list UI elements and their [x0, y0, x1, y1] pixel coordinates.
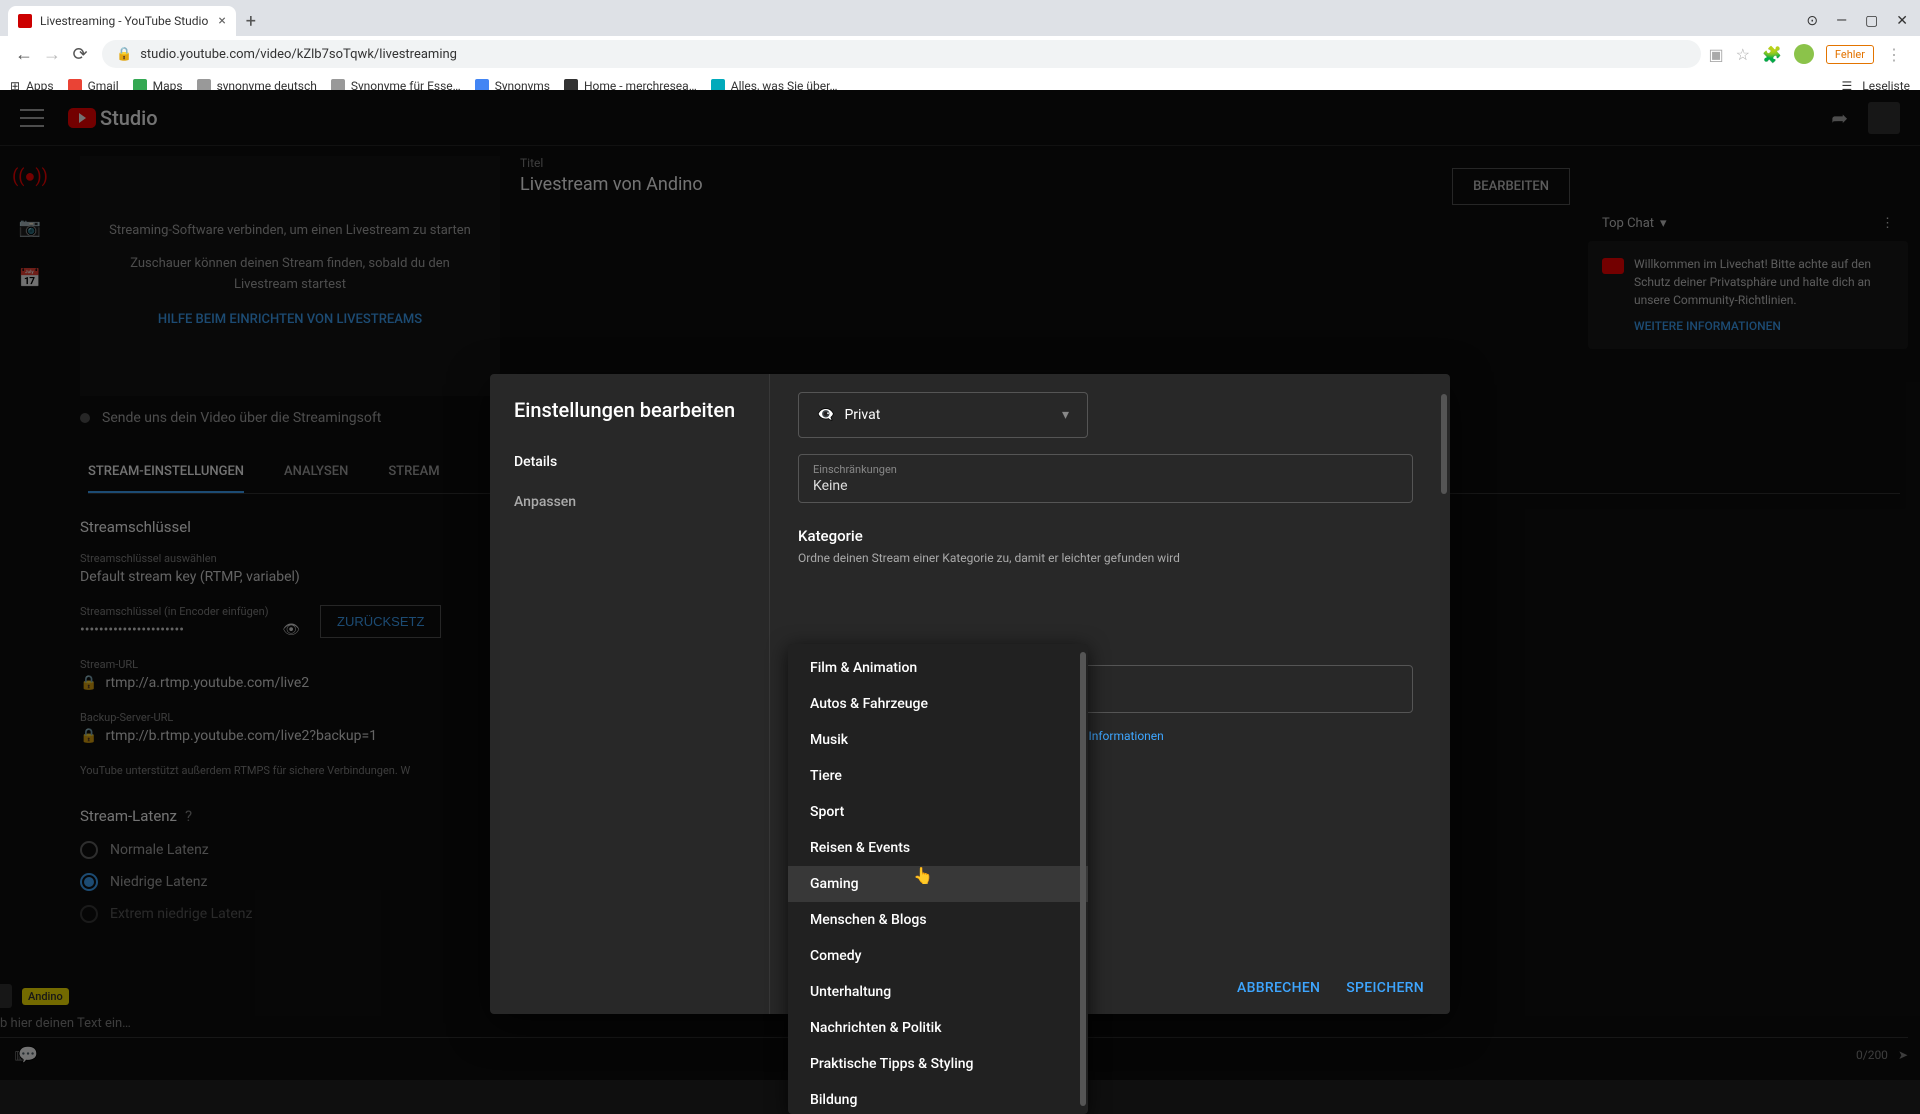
youtube-favicon [18, 14, 32, 28]
category-option[interactable]: Tiere [788, 758, 1088, 794]
category-option-gaming[interactable]: Gaming [788, 866, 1088, 902]
browser-tab[interactable]: Livestreaming - YouTube Studio × [8, 6, 236, 36]
category-description: Ordne deinen Stream einer Kategorie zu, … [798, 551, 1422, 565]
category-option[interactable]: Musik [788, 722, 1088, 758]
close-tab-icon[interactable]: × [208, 13, 225, 29]
category-option[interactable]: Nachrichten & Politik [788, 1010, 1088, 1046]
tab-bar: Livestreaming - YouTube Studio × + ⊙ — ▢… [0, 0, 1920, 36]
category-option[interactable]: Reisen & Events [788, 830, 1088, 866]
privacy-value: Privat [844, 407, 880, 423]
browser-chrome: Livestreaming - YouTube Studio × + ⊙ — ▢… [0, 0, 1920, 90]
reload-button[interactable]: ⟳ [66, 44, 94, 65]
tab-title: Livestreaming - YouTube Studio [40, 14, 208, 28]
close-window-button[interactable]: ✕ [1896, 13, 1908, 29]
category-option[interactable]: Autos & Fahrzeuge [788, 686, 1088, 722]
restrictions-field[interactable]: Einschränkungen Keine [798, 454, 1413, 503]
lock-icon: 🔒 [116, 47, 132, 62]
pip-icon[interactable]: ▣ [1709, 45, 1724, 64]
category-option[interactable]: Menschen & Blogs [788, 902, 1088, 938]
save-button[interactable]: SPEICHERN [1346, 980, 1424, 996]
category-option[interactable]: Unterhaltung [788, 974, 1088, 1010]
url-text: studio.youtube.com/video/kZlb7soTqwk/liv… [140, 47, 457, 62]
modal-tab-customize[interactable]: Anpassen [490, 482, 769, 522]
dropdown-scrollbar[interactable] [1080, 652, 1086, 1106]
category-option[interactable]: Film & Animation [788, 650, 1088, 686]
chevron-down-icon: ▾ [1062, 407, 1069, 423]
modal-sidebar: Einstellungen bearbeiten Details Anpasse… [490, 374, 770, 1014]
youtube-studio-app: Studio ➦ ((●)) 📷 📅 Streaming-Software ve… [0, 90, 1920, 1080]
bookmark-star-icon[interactable]: ☆ [1736, 45, 1750, 64]
modal-scrollbar[interactable] [1441, 394, 1447, 494]
url-input[interactable]: 🔒 studio.youtube.com/video/kZlb7soTqwk/l… [102, 40, 1701, 68]
restrictions-label: Einschränkungen [813, 463, 1398, 476]
thumbnail-info-link[interactable]: Informationen [1088, 729, 1163, 743]
back-button[interactable]: ← [10, 44, 38, 65]
new-tab-button[interactable]: + [246, 11, 256, 32]
profile-avatar-icon[interactable] [1794, 44, 1814, 64]
maximize-button[interactable]: ▢ [1865, 13, 1878, 29]
restrictions-value: Keine [813, 478, 1398, 494]
cancel-button[interactable]: ABBRECHEN [1237, 980, 1320, 996]
info-icon[interactable]: ⊙ [1806, 13, 1818, 29]
category-option[interactable]: Comedy [788, 938, 1088, 974]
window-controls: ⊙ — ▢ ✕ [1806, 13, 1920, 29]
category-option[interactable]: Sport [788, 794, 1088, 830]
modal-title: Einstellungen bearbeiten [490, 374, 769, 442]
category-option[interactable]: Praktische Tipps & Styling [788, 1046, 1088, 1082]
modal-tab-details[interactable]: Details [490, 442, 769, 482]
forward-button[interactable]: → [38, 44, 66, 65]
category-option[interactable]: Bildung [788, 1082, 1088, 1114]
minimize-button[interactable]: — [1836, 13, 1847, 29]
category-dropdown: Film & Animation Autos & Fahrzeuge Musik… [788, 644, 1088, 1114]
chrome-menu-icon[interactable]: ⋮ [1886, 45, 1902, 64]
privacy-select[interactable]: 👁‍🗨 Privat ▾ [798, 392, 1088, 438]
category-heading: Kategorie [798, 527, 1422, 545]
visibility-off-icon: 👁‍🗨 [817, 407, 834, 423]
error-badge[interactable]: Fehler [1826, 45, 1874, 64]
extensions-icon[interactable]: 🧩 [1762, 45, 1782, 64]
address-bar: ← → ⟳ 🔒 studio.youtube.com/video/kZlb7so… [0, 36, 1920, 72]
